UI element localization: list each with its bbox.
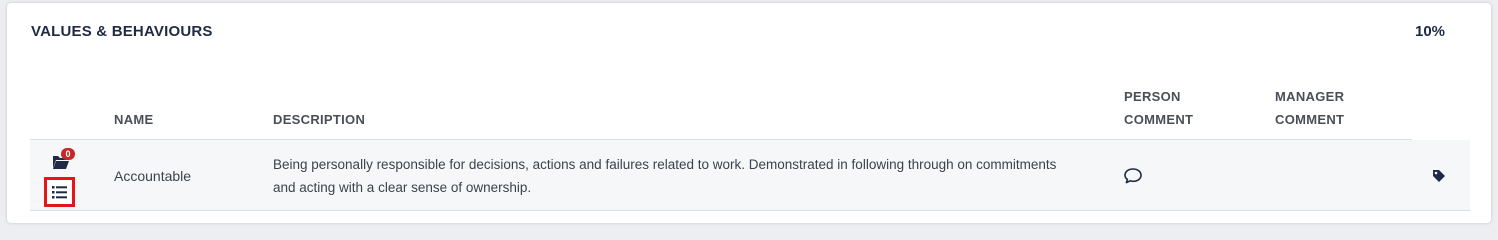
section-title: VALUES & BEHAVIOURS	[31, 23, 213, 40]
column-header-manager-comment-line1: MANAGER	[1275, 89, 1345, 104]
section-weight: 10%	[1415, 23, 1446, 40]
column-header-description: DESCRIPTION	[273, 112, 366, 127]
column-header-name: NAME	[114, 112, 154, 127]
column-header-person-comment-line1: PERSON	[1124, 89, 1181, 104]
list-button[interactable]	[44, 177, 75, 207]
comment-icon[interactable]	[1123, 166, 1143, 186]
values-behaviours-card: VALUES & BEHAVIOURS 10% NAME DESCRIPTION…	[7, 3, 1491, 223]
row-name: Accountable	[114, 168, 192, 184]
attachment-count-badge: 0	[61, 148, 75, 160]
folder-open-icon[interactable]: 0	[52, 148, 76, 172]
column-header-person-comment-line2: COMMENT	[1124, 112, 1194, 127]
column-header-person-comment: PERSON COMMENT	[1124, 85, 1193, 131]
tag-icon[interactable]	[1432, 169, 1446, 183]
column-header-manager-comment-line2: COMMENT	[1275, 112, 1345, 127]
list-icon	[52, 185, 67, 198]
row-description: Being personally responsible for decisio…	[273, 157, 1057, 195]
column-header-manager-comment: MANAGER COMMENT	[1275, 85, 1344, 131]
table-row: 0 Accountable Being personally responsib…	[30, 140, 1470, 211]
